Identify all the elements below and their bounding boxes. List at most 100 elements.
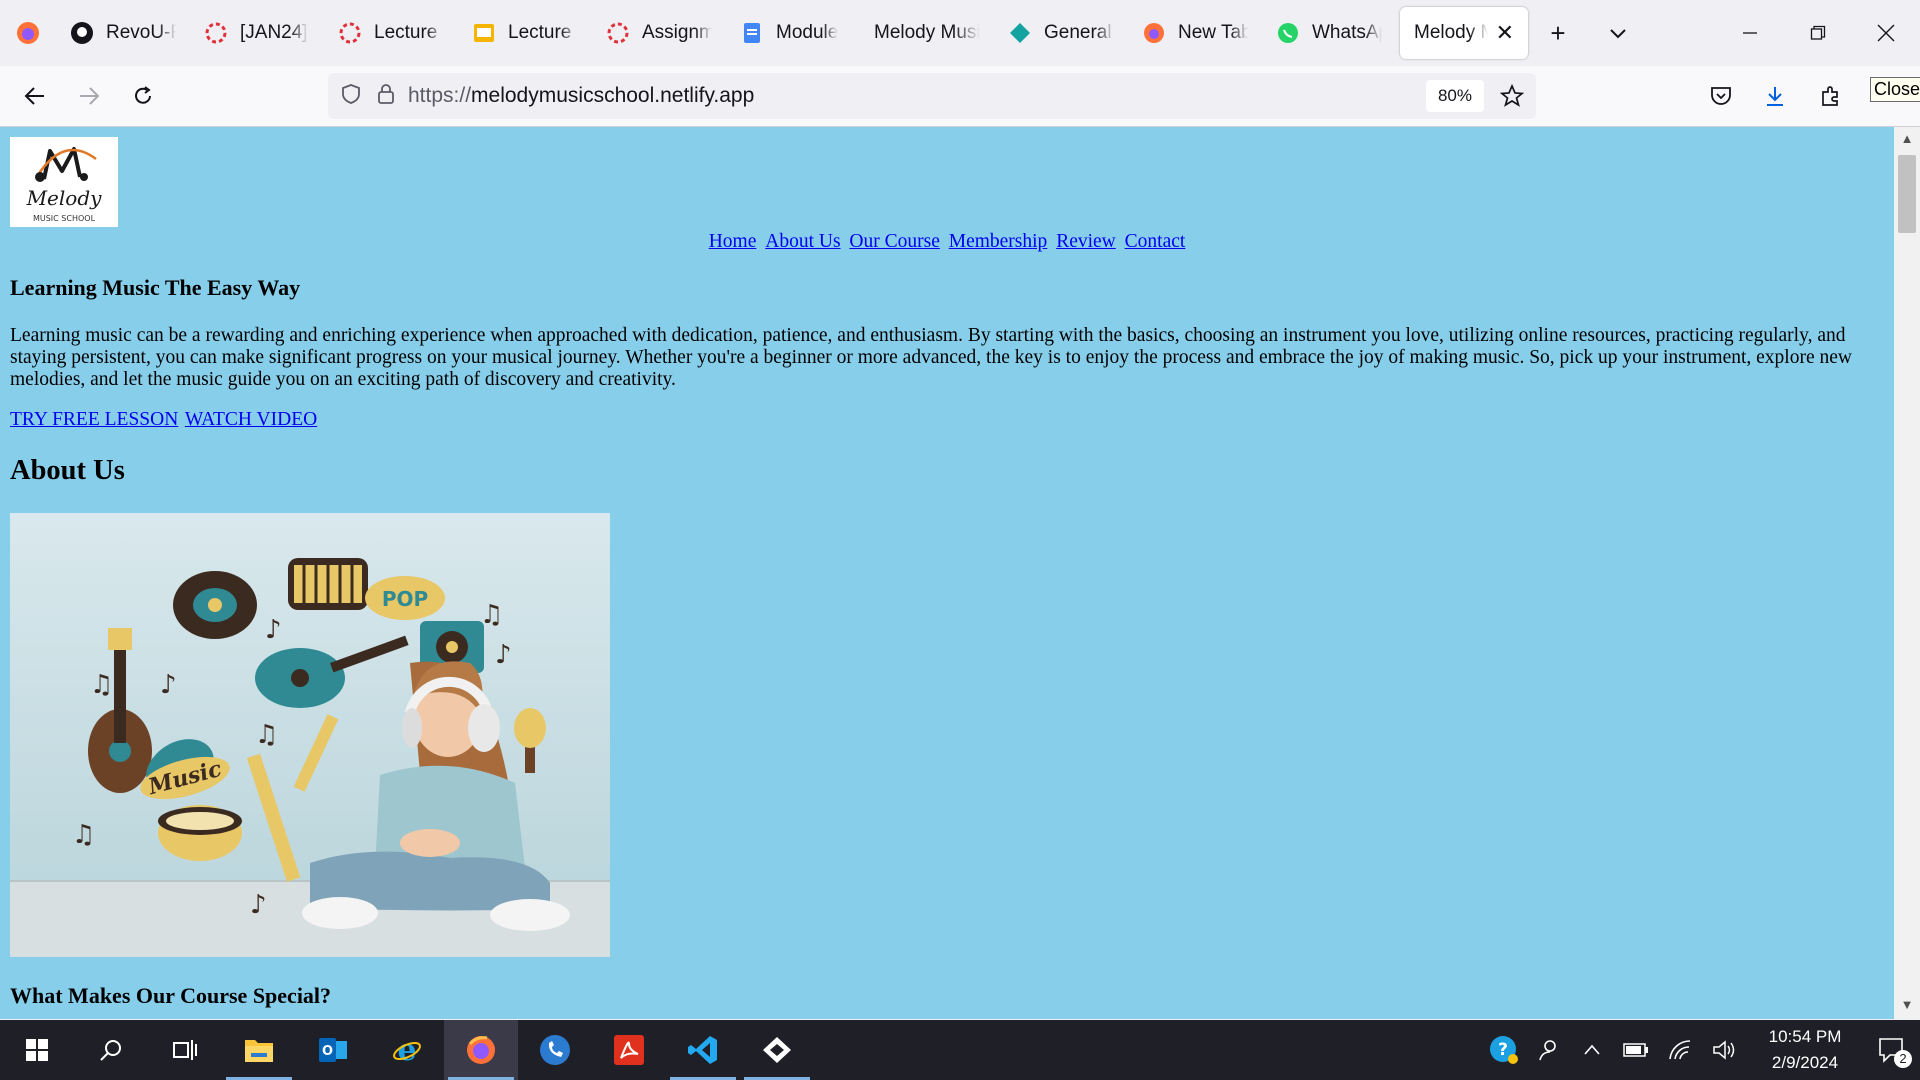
minimize-button[interactable] bbox=[1716, 0, 1784, 66]
back-button[interactable] bbox=[8, 69, 62, 123]
star-icon[interactable] bbox=[1499, 83, 1525, 113]
site-logo[interactable]: Melody MUSIC SCHOOL bbox=[10, 137, 118, 227]
taskbar-outlook[interactable]: O bbox=[296, 1020, 370, 1080]
tab-label: Melody M bbox=[1414, 22, 1488, 43]
system-tray: ? 10:54 PM 2/9/2024 2 bbox=[1482, 1020, 1920, 1080]
reload-button[interactable] bbox=[116, 69, 170, 123]
svg-text:♪: ♪ bbox=[160, 670, 177, 700]
try-free-lesson-link[interactable]: TRY FREE LESSON bbox=[10, 409, 178, 430]
window-controls bbox=[1716, 0, 1920, 66]
logo-sub: MUSIC SCHOOL bbox=[33, 214, 96, 223]
tab-0[interactable]: RevoU-F bbox=[56, 7, 190, 59]
taskbar-firefox[interactable] bbox=[444, 1020, 518, 1080]
tab-9[interactable]: WhatsAp bbox=[1262, 7, 1396, 59]
github-icon bbox=[70, 21, 94, 45]
scroll-thumb[interactable] bbox=[1898, 155, 1916, 233]
outlook-icon: O bbox=[319, 1038, 347, 1062]
page-scrollbar[interactable]: ▲ ▼ bbox=[1894, 127, 1920, 1019]
nav-link-about-us[interactable]: About Us bbox=[765, 231, 840, 252]
firefox-view-button[interactable] bbox=[0, 0, 56, 66]
scroll-down-icon[interactable]: ▼ bbox=[1898, 997, 1916, 1015]
page-viewport: Melody MUSIC SCHOOL Home About Us Our Co… bbox=[0, 127, 1894, 1019]
battery-tray-button[interactable] bbox=[1614, 1020, 1658, 1080]
taskbar-vscode[interactable] bbox=[666, 1020, 740, 1080]
internet-explorer-icon: e bbox=[393, 1035, 421, 1065]
volume-tray-button[interactable] bbox=[1702, 1020, 1746, 1080]
people-icon bbox=[1539, 1040, 1556, 1061]
people-tray-button[interactable] bbox=[1526, 1020, 1570, 1080]
vscode-icon bbox=[688, 1036, 717, 1064]
puzzle-icon bbox=[1822, 86, 1838, 106]
restore-icon bbox=[1810, 25, 1826, 40]
pocket-icon bbox=[1711, 87, 1731, 105]
close-window-button[interactable] bbox=[1852, 0, 1920, 66]
url-host: melodymusicschool.netlify.app bbox=[471, 84, 755, 107]
svg-text:♫: ♫ bbox=[72, 820, 95, 850]
speaker-icon bbox=[1713, 1040, 1735, 1060]
chevron-down-icon bbox=[1610, 29, 1626, 39]
watch-video-link[interactable]: WATCH VIDEO bbox=[185, 409, 317, 430]
extensions-button[interactable] bbox=[1804, 69, 1858, 123]
taskbar-clock[interactable]: 10:54 PM 2/9/2024 bbox=[1746, 1024, 1864, 1076]
slides-icon bbox=[472, 21, 496, 45]
close-icon[interactable]: ✕ bbox=[1496, 20, 1514, 46]
tab-active[interactable]: Melody M ✕ bbox=[1400, 7, 1528, 59]
nav-link-review[interactable]: Review bbox=[1056, 231, 1116, 252]
restore-button[interactable] bbox=[1784, 0, 1852, 66]
acrobat-icon bbox=[614, 1035, 644, 1065]
tab-5[interactable]: Module bbox=[726, 7, 860, 59]
nav-link-home[interactable]: Home bbox=[709, 231, 757, 252]
pocket-button[interactable] bbox=[1694, 69, 1748, 123]
windows-start-icon bbox=[26, 1039, 48, 1061]
tab-label: Assignm bbox=[642, 22, 712, 43]
forward-button[interactable] bbox=[62, 69, 116, 123]
search-button[interactable] bbox=[74, 1020, 148, 1080]
lock-icon[interactable] bbox=[376, 83, 396, 110]
url-text[interactable]: https://melodymusicschool.netlify.app bbox=[408, 84, 754, 108]
start-button[interactable] bbox=[0, 1020, 74, 1080]
help-tray-button[interactable]: ? bbox=[1482, 1020, 1526, 1080]
wifi-tray-button[interactable] bbox=[1658, 1020, 1702, 1080]
taskbar-acrobat[interactable] bbox=[592, 1020, 666, 1080]
tab-6[interactable]: Melody Musi bbox=[860, 7, 994, 59]
show-hidden-icons-button[interactable] bbox=[1570, 1020, 1614, 1080]
tab-strip: RevoU-F [JAN24] Lecture 3 Lecture 4 Assi… bbox=[0, 0, 1920, 66]
about-us-title: About Us bbox=[10, 455, 125, 486]
tab-3[interactable]: Lecture 4 bbox=[458, 7, 592, 59]
task-view-icon bbox=[173, 1040, 197, 1060]
new-tab-button[interactable]: + bbox=[1528, 0, 1588, 66]
firefox-icon bbox=[17, 22, 39, 44]
taskbar-file-explorer[interactable] bbox=[222, 1020, 296, 1080]
pop-lettering: POP bbox=[382, 587, 428, 611]
tab-1[interactable]: [JAN24] bbox=[190, 7, 324, 59]
tab-2[interactable]: Lecture 3 bbox=[324, 7, 458, 59]
download-icon bbox=[1767, 87, 1783, 106]
url-bar[interactable]: https://melodymusicschool.netlify.app 80… bbox=[328, 73, 1536, 119]
nav-link-our-course[interactable]: Our Course bbox=[849, 231, 939, 252]
list-tabs-button[interactable] bbox=[1588, 0, 1648, 66]
taskbar-internet-explorer[interactable]: e bbox=[370, 1020, 444, 1080]
tab-4[interactable]: Assignm bbox=[592, 7, 726, 59]
file-explorer-icon bbox=[245, 1040, 273, 1062]
taskbar-app[interactable] bbox=[740, 1020, 814, 1080]
nav-link-membership[interactable]: Membership bbox=[949, 231, 1048, 252]
firefox-icon bbox=[1142, 21, 1166, 45]
shield-icon[interactable] bbox=[340, 83, 362, 110]
tab-label: RevoU-F bbox=[106, 22, 176, 43]
arrow-right-icon bbox=[80, 87, 100, 105]
scroll-up-icon[interactable]: ▲ bbox=[1898, 131, 1916, 149]
phone-icon bbox=[540, 1035, 570, 1065]
task-view-button[interactable] bbox=[148, 1020, 222, 1080]
downloads-button[interactable] bbox=[1748, 69, 1802, 123]
reload-icon bbox=[135, 86, 151, 104]
zoom-level-button[interactable]: 80% bbox=[1425, 80, 1484, 112]
action-center-button[interactable]: 2 bbox=[1864, 1020, 1920, 1080]
tab-7[interactable]: General | bbox=[994, 7, 1128, 59]
close-tooltip: Close bbox=[1870, 77, 1920, 102]
svg-text:♪: ♪ bbox=[265, 615, 282, 645]
tab-8[interactable]: New Tab bbox=[1128, 7, 1262, 59]
nav-link-contact[interactable]: Contact bbox=[1125, 231, 1186, 252]
docs-icon bbox=[740, 21, 764, 45]
course-special-title: What Makes Our Course Special? bbox=[10, 983, 332, 1008]
taskbar-phone[interactable] bbox=[518, 1020, 592, 1080]
